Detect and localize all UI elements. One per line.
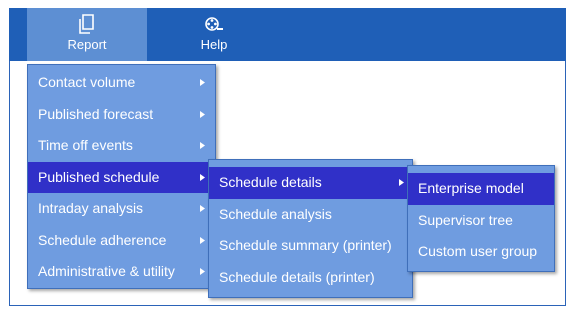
report-menu-button[interactable]: Report [27, 8, 147, 61]
menu-item-label: Published forecast [38, 105, 154, 122]
chevron-right-icon [198, 162, 206, 194]
menu-item-label: Schedule details [219, 174, 322, 190]
menu-item-enterprise-model[interactable]: Enterprise model [408, 173, 554, 205]
menu-item-label: Schedule summary (printer) [219, 237, 392, 253]
chevron-right-icon [198, 130, 206, 162]
menu-item-label: Enterprise model [418, 180, 524, 196]
help-menu-button[interactable]: Help [184, 8, 244, 61]
chevron-right-icon [198, 225, 206, 257]
menu-item-supervisor-tree[interactable]: Supervisor tree [408, 205, 554, 237]
menu-item-label: Supervisor tree [418, 211, 513, 228]
menu-bar: Report Help [9, 8, 566, 61]
schedule-details-submenu: Enterprise model Supervisor tree Custom … [407, 165, 555, 272]
menu-item-administrative-utility[interactable]: Administrative & utility [28, 256, 215, 288]
document-copy-icon [79, 14, 94, 34]
menu-item-label: Schedule adherence [38, 231, 167, 248]
chevron-right-icon [198, 256, 206, 288]
chevron-right-icon [198, 193, 206, 225]
chevron-right-icon [397, 167, 405, 199]
menu-item-schedule-analysis[interactable]: Schedule analysis [209, 199, 412, 231]
film-reel-icon [205, 17, 223, 31]
report-label: Report [67, 37, 107, 52]
menu-item-custom-user-group[interactable]: Custom user group [408, 236, 554, 268]
menu-item-intraday-analysis[interactable]: Intraday analysis [28, 193, 215, 225]
published-schedule-submenu: Schedule details Schedule analysis Sched… [208, 159, 413, 298]
menu-item-label: Administrative & utility [38, 263, 175, 279]
menu-item-schedule-details[interactable]: Schedule details [209, 167, 412, 199]
menu-item-label: Published schedule [38, 168, 160, 185]
menu-item-published-schedule[interactable]: Published schedule [28, 161, 215, 194]
menu-item-schedule-adherence[interactable]: Schedule adherence [28, 225, 215, 257]
menu-item-label: Schedule analysis [219, 205, 332, 222]
menu-item-label: Schedule details (printer) [219, 268, 375, 285]
menu-item-label: Time off events [38, 137, 133, 153]
menu-item-label: Intraday analysis [38, 200, 144, 216]
report-dropdown-menu: Contact volume Published forecast Time o… [27, 64, 216, 289]
menu-item-label: Contact volume [38, 74, 136, 90]
help-label: Help [200, 37, 228, 52]
menu-item-contact-volume[interactable]: Contact volume [28, 67, 215, 99]
menu-item-time-off-events[interactable]: Time off events [28, 130, 215, 162]
menu-item-label: Custom user group [418, 243, 538, 259]
menu-item-schedule-summary-printer[interactable]: Schedule summary (printer) [209, 230, 412, 262]
chevron-right-icon [198, 67, 206, 99]
menu-item-published-forecast[interactable]: Published forecast [28, 99, 215, 131]
menu-item-schedule-details-printer[interactable]: Schedule details (printer) [209, 262, 412, 294]
chevron-right-icon [198, 99, 206, 131]
